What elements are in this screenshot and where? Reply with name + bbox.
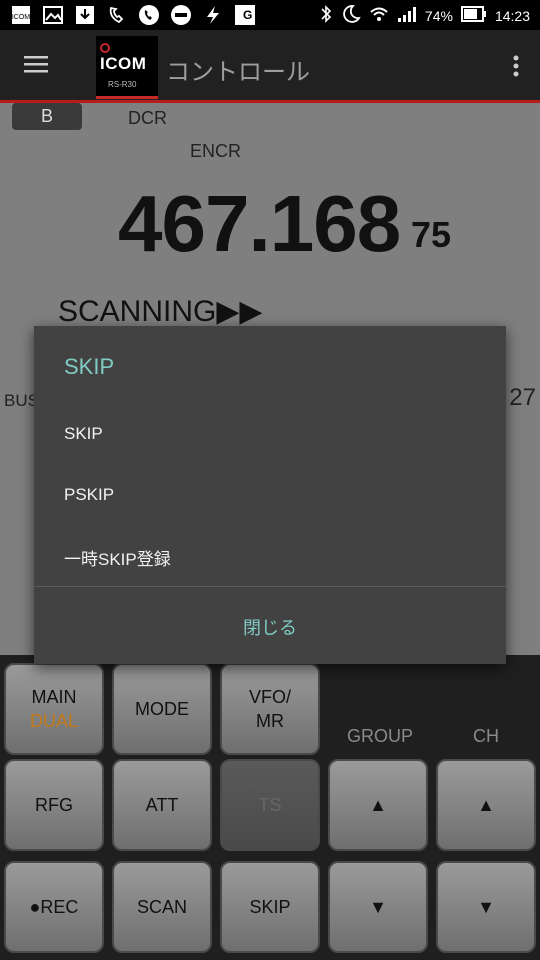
dialog-divider	[34, 586, 506, 587]
group-label: GROUP	[347, 726, 414, 746]
overflow-menu-icon[interactable]	[512, 54, 520, 78]
ch-label: CH	[473, 726, 499, 746]
main-dual-button[interactable]: MAIN DUAL	[4, 663, 104, 755]
icom-app-icon: ICOM	[10, 4, 32, 26]
att-button[interactable]: ATT	[112, 759, 212, 851]
group-down-button[interactable]: ▼	[328, 861, 428, 953]
logo-brand: ICOM	[100, 54, 147, 73]
rec-label: ●REC	[29, 897, 79, 917]
group-up-button[interactable]: ▲	[328, 759, 428, 851]
do-not-disturb-icon	[170, 4, 192, 26]
clock: 14:23	[494, 7, 530, 24]
flash-icon	[202, 4, 224, 26]
up-arrow-icon: ▲	[477, 795, 495, 815]
skip-button[interactable]: SKIP	[220, 861, 320, 953]
battery-icon	[460, 6, 487, 25]
translate-icon: G	[234, 4, 256, 26]
status-bar: ICOM G 74% 14:23	[0, 0, 540, 30]
vfo-label: VFO/	[248, 687, 291, 707]
svg-text:ICOM: ICOM	[12, 14, 30, 21]
band-button[interactable]: B	[12, 103, 82, 130]
rfg-label: RFG	[35, 795, 73, 815]
ts-button[interactable]: TS	[220, 759, 320, 851]
dialog-option-pskip[interactable]: PSKIP	[64, 485, 114, 505]
bluetooth-icon	[319, 4, 333, 27]
ts-label: TS	[258, 795, 282, 815]
down-arrow-icon: ▼	[477, 897, 495, 917]
ch-down-button[interactable]: ▼	[436, 861, 536, 953]
skip-label: SKIP	[249, 897, 291, 917]
main-label: MAIN	[31, 687, 77, 707]
hamburger-menu-icon[interactable]	[18, 50, 54, 80]
wifi-icon	[369, 5, 389, 26]
logo-model: RS-R30	[108, 80, 137, 89]
do-not-disturb-moon-icon	[341, 4, 361, 27]
rec-button[interactable]: ●REC	[4, 861, 104, 953]
signal-icon	[397, 5, 417, 26]
frequency-sub: 75	[411, 214, 452, 255]
svg-text:G: G	[243, 8, 252, 22]
call-forwarding-icon	[106, 4, 128, 26]
att-label: ATT	[145, 795, 179, 815]
dialog-option-temp-skip[interactable]: 一時SKIP登録	[64, 545, 171, 570]
battery-percent: 74%	[424, 7, 453, 24]
system-status: 74% 14:23	[319, 4, 530, 27]
dcr-indicator: DCR	[128, 108, 167, 128]
rfg-button[interactable]: RFG	[4, 759, 104, 851]
dialog-option-skip[interactable]: SKIP	[64, 424, 103, 444]
encr-indicator: ENCR	[190, 141, 242, 161]
mode-label: MODE	[135, 699, 189, 719]
download-icon	[74, 4, 96, 26]
mr-label: MR	[256, 711, 284, 731]
notification-icons: ICOM G	[10, 4, 256, 26]
page-title: コントロール	[166, 59, 310, 86]
scanning-status: SCANNING▶▶	[58, 295, 263, 328]
icom-logo: ICOM RS-R30	[96, 36, 158, 99]
dialog-close-button[interactable]: 閉じる	[34, 614, 506, 640]
up-arrow-icon: ▲	[369, 795, 387, 815]
down-arrow-icon: ▼	[369, 897, 387, 917]
right-number: 27	[509, 384, 536, 411]
phone-icon	[138, 4, 160, 26]
dual-label: DUAL	[29, 711, 78, 731]
frequency-main: 467.168	[118, 179, 401, 268]
skip-dialog: SKIP SKIP PSKIP 一時SKIP登録 閉じる	[34, 326, 506, 664]
dialog-title: SKIP	[64, 354, 115, 379]
mode-button[interactable]: MODE	[112, 663, 212, 755]
image-icon	[42, 4, 64, 26]
vfo-mr-button[interactable]: VFO/ MR	[220, 663, 320, 755]
app-bar: ICOM RS-R30 コントロール	[0, 30, 540, 100]
scan-button[interactable]: SCAN	[112, 861, 212, 953]
scan-label: SCAN	[136, 897, 187, 917]
ch-up-button[interactable]: ▲	[436, 759, 536, 851]
